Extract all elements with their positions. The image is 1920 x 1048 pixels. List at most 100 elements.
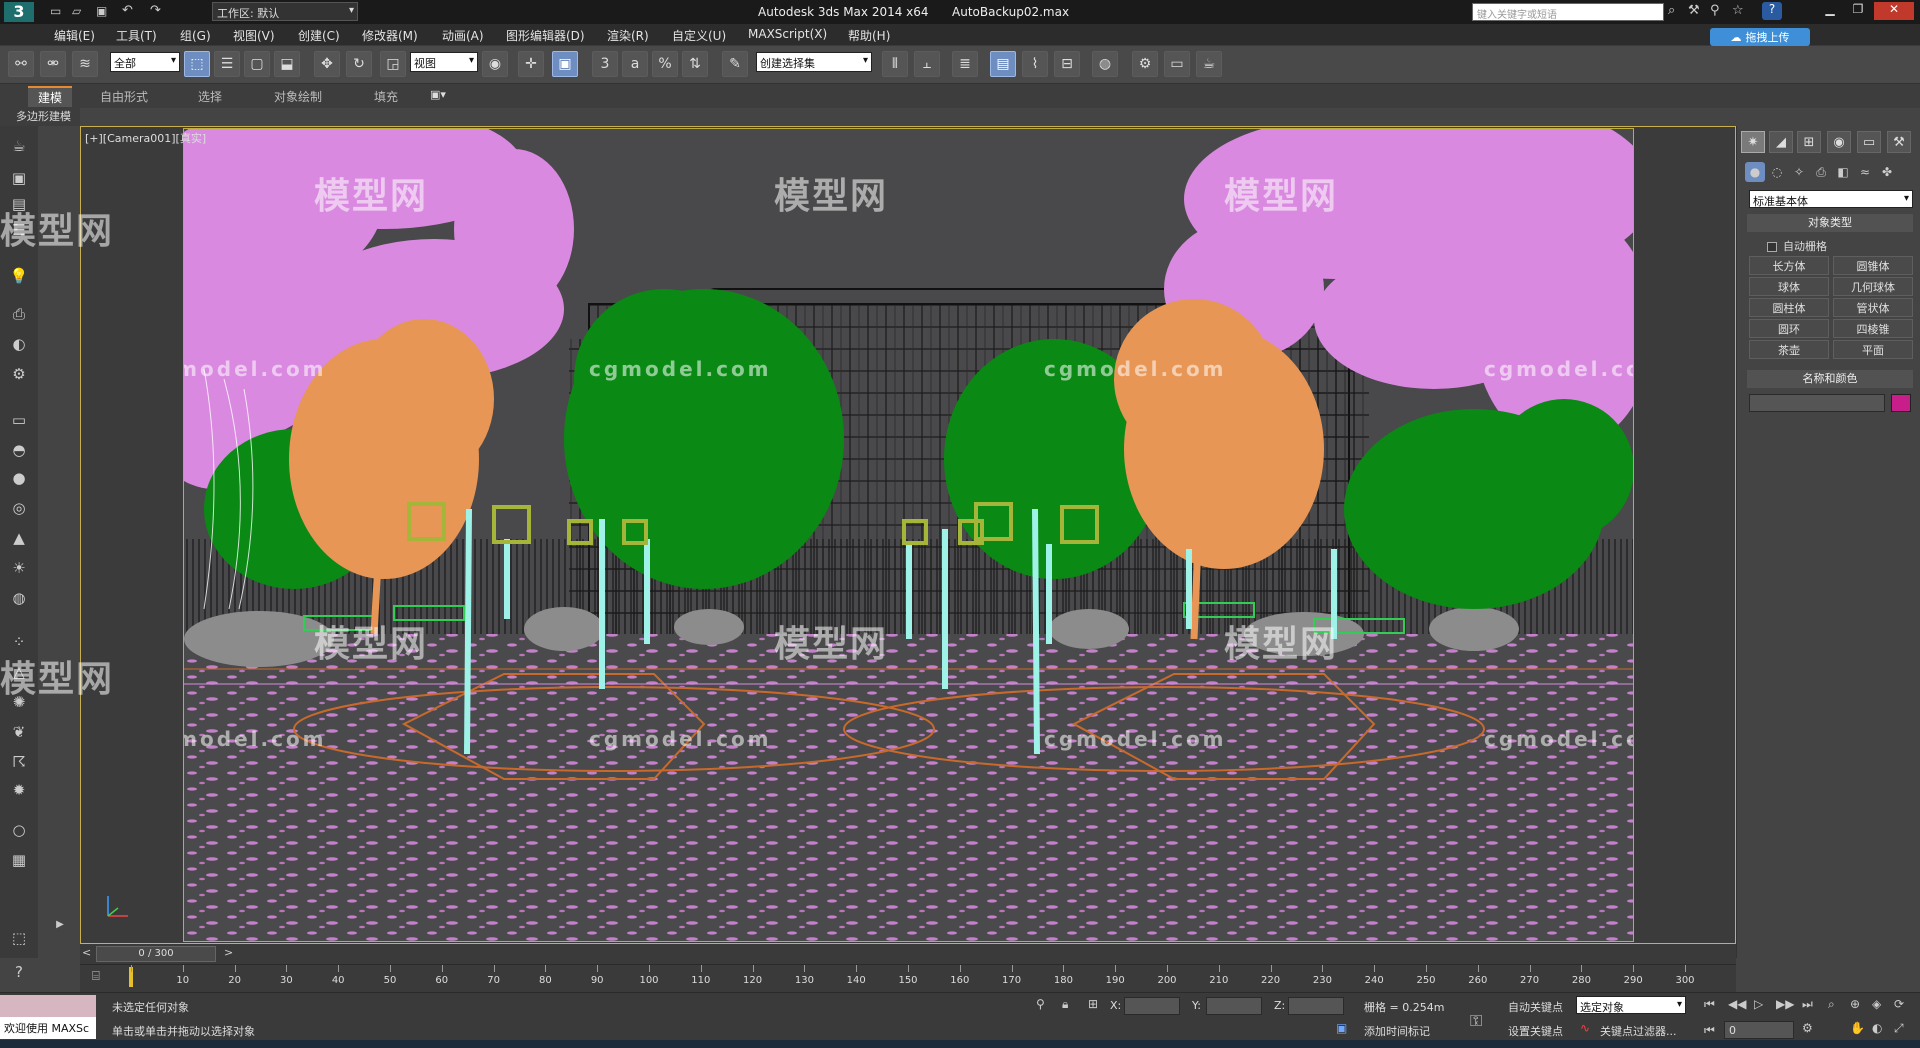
graphite-toolbar-icon[interactable]: ▤ — [990, 51, 1016, 77]
sun-icon[interactable]: ☀ — [6, 556, 32, 580]
robot-icon[interactable]: ⚙ — [6, 362, 32, 386]
zoom-all-icon[interactable]: ⊕ — [1850, 997, 1860, 1011]
cameras-icon[interactable]: ⎙ — [1811, 162, 1831, 182]
upload-button[interactable]: ☁ 拖拽上传 — [1710, 28, 1810, 46]
current-frame-field[interactable]: 0 — [1724, 1021, 1794, 1039]
render-teapot-icon[interactable]: ☕ — [1196, 51, 1222, 77]
mirror-icon[interactable]: ⫴ — [882, 51, 908, 77]
cone-button[interactable]: 圆锥体 — [1833, 256, 1913, 275]
menu-modifiers[interactable]: 修改器(M) — [362, 27, 418, 44]
welcome-field[interactable]: 欢迎使用 MAXSc — [0, 1017, 96, 1039]
viewport-label[interactable]: [+][Camera001][真实] — [85, 130, 206, 146]
display-tab-icon[interactable]: ▭ — [1857, 131, 1881, 153]
geosphere-button[interactable]: 几何球体 — [1833, 277, 1913, 296]
shapes-icon[interactable]: ◌ — [1767, 162, 1787, 182]
helpers-icon[interactable]: ◧ — [1833, 162, 1853, 182]
auto-key-button[interactable]: 自动关键点 — [1508, 999, 1563, 1015]
menu-edit[interactable]: 编辑(E) — [54, 27, 95, 44]
scale-icon[interactable]: ◲ — [380, 51, 406, 77]
menu-help[interactable]: 帮助(H) — [848, 27, 890, 44]
ribbon-sub-label[interactable]: 多边形建模 — [0, 108, 80, 126]
goto-start-icon[interactable]: ⏮ — [1704, 997, 1715, 1012]
white-ball-icon[interactable]: ○ — [6, 818, 32, 842]
minimize-icon[interactable]: ▁ — [1818, 2, 1842, 20]
time-slider[interactable]: < 0 / 300 > — [80, 944, 1736, 964]
torus-button[interactable]: 圆环 — [1749, 319, 1829, 338]
edit-named-selection-icon[interactable]: ✎ — [722, 51, 748, 77]
render-setup-icon[interactable]: ⚙ — [1132, 51, 1158, 77]
reference-coord-dropdown[interactable]: 视图 — [410, 52, 478, 72]
hair-icon[interactable]: ☈ — [6, 750, 32, 774]
key-mode-toggle-icon[interactable]: ⏮ — [1704, 1023, 1715, 1038]
add-time-tag[interactable]: 添加时间标记 — [1364, 1023, 1430, 1039]
timeline[interactable]: ⌸ 10 20 30 40 50 60 70 80 90 100 110 120 130 140 150 16… — [80, 964, 1736, 992]
lock-icon[interactable]: 🔒︎ — [1062, 997, 1068, 1012]
time-config-icon[interactable]: ⚙ — [1802, 1021, 1813, 1035]
ribbon-options-icon[interactable]: ▣▾ — [430, 88, 446, 101]
keyboard-shortcut-toggle-icon[interactable]: ▣ — [552, 51, 578, 77]
table-icon[interactable]: ▦ — [6, 848, 32, 872]
unlink-icon[interactable]: ⚮ — [40, 51, 66, 77]
menu-tools[interactable]: 工具(T) — [116, 27, 157, 44]
time-tag-icon[interactable]: ▣ — [1336, 1021, 1347, 1035]
app-logo-icon[interactable]: 3 — [4, 2, 34, 22]
zoom-icon[interactable]: ⌕ — [1828, 997, 1835, 1012]
camera-icon[interactable]: ⎙ — [6, 302, 32, 326]
object-name-field[interactable] — [1749, 394, 1885, 412]
save-file-icon[interactable]: ▣ — [96, 4, 107, 18]
hemisphere-icon[interactable]: ◓ — [6, 438, 32, 462]
ribbon-tab-populate[interactable]: 填充 — [374, 88, 398, 105]
redo-icon[interactable]: ↷ — [150, 3, 161, 18]
object-color-swatch[interactable] — [1891, 394, 1911, 412]
snaps-toggle-icon[interactable]: 3 — [592, 51, 618, 77]
rotate-icon[interactable]: ↻ — [346, 51, 372, 77]
maxscript-listener-icon[interactable]: ⬚ — [6, 926, 32, 950]
ribbon-tab-object-paint[interactable]: 对象绘制 — [274, 88, 322, 105]
camera-viewport[interactable]: 模型网 模型网 模型网 cgmodel.com cgmodel.com cgmo… — [183, 128, 1634, 942]
set-key-button[interactable]: 设置关键点 — [1508, 1023, 1563, 1039]
next-frame-arrow-icon[interactable]: > — [224, 946, 233, 959]
y-coordinate-field[interactable] — [1206, 997, 1262, 1015]
goto-end-icon[interactable]: ⏭ — [1802, 997, 1813, 1012]
menu-customize[interactable]: 自定义(U) — [672, 27, 726, 44]
ribbon-tab-freeform[interactable]: 自由形式 — [100, 88, 148, 105]
maximize-viewport-icon[interactable]: ⤢ — [1894, 1021, 1904, 1036]
ribbon-tab-selection[interactable]: 选择 — [198, 88, 222, 105]
ribbon-tab-modeling[interactable]: 建模 — [28, 86, 73, 107]
box-button[interactable]: 长方体 — [1749, 256, 1829, 275]
bind-space-warp-icon[interactable]: ≋ — [72, 51, 98, 77]
help-circle-icon[interactable]: ? — [6, 960, 32, 984]
maxscript-mini-listener[interactable] — [0, 995, 96, 1017]
lights-icon[interactable]: ✧ — [1789, 162, 1809, 182]
ball-icon[interactable]: ◍ — [6, 586, 32, 610]
prev-key-icon[interactable]: ◀◀ — [1728, 997, 1746, 1011]
object-type-rollout[interactable]: 对象类型 — [1747, 214, 1913, 232]
pyramid-button[interactable]: 四棱锥 — [1833, 319, 1913, 338]
shell-icon[interactable]: ✹ — [6, 778, 32, 802]
menu-create[interactable]: 创建(C) — [298, 27, 340, 44]
menu-views[interactable]: 视图(V) — [233, 27, 275, 44]
key-filter-icon[interactable]: ∿ — [1580, 1021, 1590, 1035]
signin-icon[interactable]: ⚲ — [1710, 3, 1720, 18]
box-icon[interactable]: ▭ — [6, 408, 32, 432]
material-editor-icon[interactable]: ◍ — [1092, 51, 1118, 77]
autogrid-checkbox[interactable]: 自动栅格 — [1767, 238, 1827, 254]
play-icon[interactable]: ▷ — [1754, 997, 1763, 1011]
teapot-button[interactable]: 茶壶 — [1749, 340, 1829, 359]
pin-icon[interactable]: ⚲ — [1036, 997, 1045, 1011]
prev-frame-arrow-icon[interactable]: < — [82, 946, 91, 959]
rendered-frame-icon[interactable]: ▭ — [1164, 51, 1190, 77]
light-bulb-icon[interactable]: 💡 — [6, 264, 32, 288]
torus-icon[interactable]: ◎ — [6, 496, 32, 520]
utilities-tab-icon[interactable]: ⚒ — [1887, 131, 1911, 153]
motion-tab-icon[interactable]: ◉ — [1827, 131, 1851, 153]
rect-region-icon[interactable]: ▢ — [244, 51, 270, 77]
workspace-dropdown[interactable]: 工作区: 默认 ▾ — [212, 2, 358, 21]
select-object-icon[interactable]: ⬚ — [184, 51, 210, 77]
key-icon[interactable]: ⚿ — [1470, 1011, 1482, 1031]
cylinder-button[interactable]: 圆柱体 — [1749, 298, 1829, 317]
walkthrough-icon[interactable]: ◐ — [1872, 1021, 1882, 1035]
x-coordinate-field[interactable] — [1124, 997, 1180, 1015]
pivot-center-icon[interactable]: ◉ — [482, 51, 508, 77]
help-icon[interactable]: ? — [1762, 2, 1782, 20]
